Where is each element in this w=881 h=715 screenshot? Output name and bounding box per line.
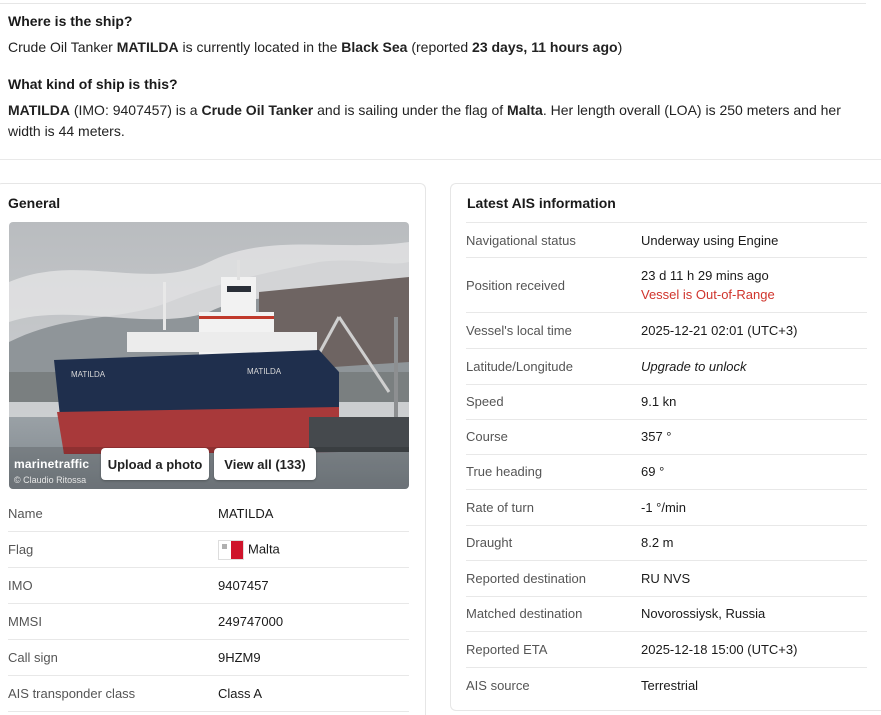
reported-ago: 23 days, 11 hours ago <box>472 39 618 55</box>
view-all-photos-button[interactable]: View all (133) <box>214 448 316 480</box>
ais-row-rate-of-turn: Rate of turn -1 °/min <box>466 490 867 526</box>
top-divider <box>0 3 866 4</box>
ais-row-reported-destination: Reported destination RU NVS <box>466 561 867 597</box>
kind-title: What kind of ship is this? <box>8 76 178 92</box>
section-divider <box>0 159 881 160</box>
matched-destination-link[interactable]: Novorossiysk, Russia <box>641 606 765 621</box>
photo-credit: © Claudio Ritossa <box>14 475 87 485</box>
ais-row-position-received: Position received 23 d 11 h 29 mins ago … <box>466 258 867 313</box>
general-row-flag: Flag Malta <box>8 532 409 568</box>
ais-row-local-time: Vessel's local time 2025-12-21 02:01 (UT… <box>466 313 867 349</box>
svg-text:MATILDA: MATILDA <box>247 367 282 376</box>
kind-text: MATILDA (IMO: 9407457) is a Crude Oil Ta… <box>8 102 841 139</box>
ais-row-course: Course 357 ° <box>466 419 867 455</box>
upload-photo-button[interactable]: Upload a photo <box>101 448 209 480</box>
general-row-imo: IMO 9407457 <box>8 568 409 604</box>
ais-row-matched-destination: Matched destination Novorossiysk, Russia <box>466 596 867 632</box>
general-row-ais-class: AIS transponder class Class A <box>8 676 409 712</box>
ais-row-true-heading: True heading 69 ° <box>466 454 867 490</box>
ship-flag: Malta <box>507 102 543 118</box>
ais-row-speed: Speed 9.1 kn <box>466 384 867 420</box>
general-row-callsign: Call sign 9HZM9 <box>8 640 409 676</box>
vessel-photo[interactable]: MATILDA MATILDA <box>9 222 409 489</box>
general-row-mmsi: MMSI 249747000 <box>8 604 409 640</box>
ship-type: Crude Oil Tanker <box>201 102 314 118</box>
sea-name: Black Sea <box>341 39 408 55</box>
watermark-logo: marinetraffic <box>14 457 90 471</box>
general-title: General <box>8 195 61 211</box>
where-title: Where is the ship? <box>8 13 133 29</box>
vessel-photo-image: MATILDA MATILDA <box>9 222 409 489</box>
where-text: Crude Oil Tanker MATILDA is currently lo… <box>8 39 623 55</box>
ship-name: MATILDA <box>116 39 179 55</box>
ais-row-lat-lon: Latitude/Longitude Upgrade to unlock <box>466 349 867 385</box>
malta-flag-icon <box>218 539 244 560</box>
general-row-name: Name MATILDA <box>8 496 409 532</box>
out-of-range-warning: Vessel is Out-of-Range <box>641 287 775 302</box>
ais-row-draught: Draught 8.2 m <box>466 525 867 561</box>
ais-title: Latest AIS information <box>467 195 616 211</box>
ais-row-nav-status: Navigational status Underway using Engin… <box>466 222 867 258</box>
ais-row-source: AIS source Terrestrial <box>466 677 699 693</box>
upgrade-to-unlock-link[interactable]: Upgrade to unlock <box>641 359 747 374</box>
svg-text:MATILDA: MATILDA <box>71 370 106 379</box>
ais-row-reported-eta: Reported ETA 2025-12-18 15:00 (UTC+3) <box>466 632 867 668</box>
